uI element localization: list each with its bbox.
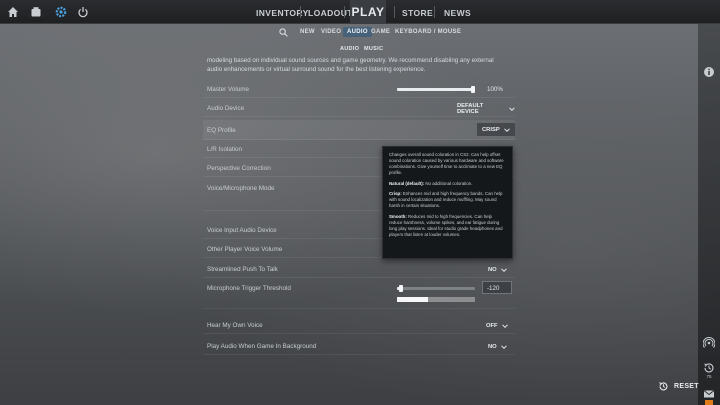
tab-audio[interactable]: AUDIO: [343, 27, 372, 37]
nav-news[interactable]: NEWS: [444, 8, 471, 18]
subtab-music[interactable]: MUSIC: [364, 46, 383, 52]
dropdown-value: OFF: [486, 322, 498, 329]
tooltip-crisp: Crisp: Enhances mid and high frequency b…: [389, 191, 506, 209]
mail-icon[interactable]: [703, 388, 715, 400]
mic-threshold-slider[interactable]: [397, 285, 475, 292]
social-sidebar: 75: [698, 24, 720, 405]
home-icon[interactable]: [6, 5, 20, 19]
meter-fill: [397, 297, 428, 302]
tooltip-crisp-title: Crisp:: [389, 191, 402, 196]
friends-count: 75: [706, 374, 712, 379]
setting-label: EQ Profile: [207, 127, 236, 134]
setting-row-hear-own-voice: Hear My Own Voice OFF: [203, 316, 515, 334]
mic-level-meter: [397, 297, 475, 302]
setting-label: Voice/Microphone Mode: [207, 185, 275, 192]
tooltip-intro: Changes overall sound coloration in CS2.…: [389, 152, 504, 175]
eq-profile-tooltip: Changes overall sound coloration in CS2.…: [382, 146, 513, 259]
tab-video[interactable]: VIDEO: [321, 29, 341, 35]
slider-knob[interactable]: [471, 86, 475, 93]
dropdown-value: CRISP: [482, 126, 500, 133]
chevron-down-icon: [500, 267, 507, 272]
setting-label: Streamlined Push To Talk: [207, 266, 278, 273]
tooltip-natural-title: Natural (default):: [389, 180, 425, 186]
subtab-audio[interactable]: AUDIO: [340, 46, 359, 52]
top-navigation-bar: INVENTORY LOADOUT PLAY STORE NEWS: [0, 0, 720, 24]
slider-fill: [397, 88, 475, 91]
nav-store[interactable]: STORE: [402, 8, 433, 18]
chevron-down-icon: [509, 106, 515, 111]
setting-label: Master Volume: [207, 86, 249, 93]
setting-label: Voice Input Audio Device: [207, 227, 277, 234]
chevron-down-icon: [501, 323, 508, 328]
setting-row-play-audio-background: Play Audio When Game In Background NO: [203, 337, 515, 355]
tooltip-natural-text: No additional coloration.: [424, 180, 473, 186]
play-audio-background-dropdown[interactable]: NO: [488, 341, 507, 352]
setting-label: Microphone Trigger Threshold: [207, 285, 291, 292]
dropdown-value: DEFAULT DEVICE: [457, 102, 484, 115]
setting-row-mic-threshold: Microphone Trigger Threshold -120: [203, 279, 515, 309]
reset-icon: [659, 382, 668, 391]
audio-intro-text: modeling based on individual sound sourc…: [207, 57, 494, 73]
master-volume-value: 100%: [487, 86, 503, 93]
setting-row-master-volume: Master Volume 100%: [203, 80, 515, 98]
tooltip-smooth-title: Smooth:: [389, 213, 407, 219]
inventory-box-icon[interactable]: [29, 5, 43, 19]
setting-label: Other Player Voice Volume: [207, 246, 283, 253]
chevron-down-icon: [503, 127, 510, 132]
eq-profile-dropdown[interactable]: CRISP: [477, 123, 515, 136]
nav-divider: [344, 6, 345, 18]
nav-loadout[interactable]: LOADOUT: [308, 8, 353, 18]
reset-button[interactable]: RESET: [658, 381, 699, 392]
dropdown-value: NO: [488, 266, 497, 273]
tooltip-natural: Natural (default): No additional colorat…: [389, 181, 506, 187]
setting-label: Perspective Correction: [207, 165, 271, 172]
nav-play[interactable]: PLAY: [350, 0, 386, 24]
setting-row-eq-profile: EQ Profile CRISP: [203, 120, 515, 140]
setting-label: Hear My Own Voice: [207, 322, 263, 329]
settings-tab-bar: NEW VIDEO AUDIO GAME KEYBOARD / MOUSE: [0, 27, 720, 41]
chevron-down-icon: [500, 344, 507, 349]
tab-new[interactable]: NEW: [300, 29, 315, 35]
tooltip-smooth-text: Reduces mid to high frequencies. Can hel…: [389, 213, 503, 237]
setting-label: L/R Isolation: [207, 146, 243, 153]
nav-divider: [300, 6, 301, 18]
settings-gear-icon[interactable]: [54, 5, 68, 19]
power-icon[interactable]: [76, 5, 90, 19]
tab-game[interactable]: GAME: [371, 29, 390, 35]
master-volume-slider[interactable]: [397, 86, 475, 93]
hear-own-voice-dropdown[interactable]: OFF: [486, 320, 508, 331]
mic-threshold-input[interactable]: -120: [482, 281, 512, 294]
tab-keyboard-mouse[interactable]: KEYBOARD / MOUSE: [395, 29, 461, 35]
tooltip-smooth: Smooth: Reduces mid to high frequencies.…: [389, 214, 506, 238]
slider-knob[interactable]: [399, 285, 403, 292]
setting-label: Audio Device: [207, 105, 245, 112]
broadcast-icon[interactable]: [703, 337, 715, 349]
nav-divider: [394, 6, 395, 18]
streamlined-ptt-dropdown[interactable]: NO: [488, 264, 507, 275]
setting-label: Play Audio When Game In Background: [207, 343, 317, 350]
history-icon[interactable]: [703, 362, 715, 374]
audio-device-dropdown[interactable]: DEFAULT DEVICE: [457, 102, 515, 115]
tooltip-crisp-text: Enhances mid and high frequency bands. C…: [389, 191, 503, 208]
reset-label: RESET: [674, 383, 699, 390]
dropdown-value: NO: [488, 343, 497, 350]
info-icon[interactable]: [703, 66, 715, 78]
nav-divider: [434, 6, 435, 18]
mail-badge-icon: [705, 400, 713, 405]
setting-row-streamlined-ptt: Streamlined Push To Talk NO: [203, 260, 515, 278]
setting-row-audio-device: Audio Device DEFAULT DEVICE: [203, 99, 515, 117]
